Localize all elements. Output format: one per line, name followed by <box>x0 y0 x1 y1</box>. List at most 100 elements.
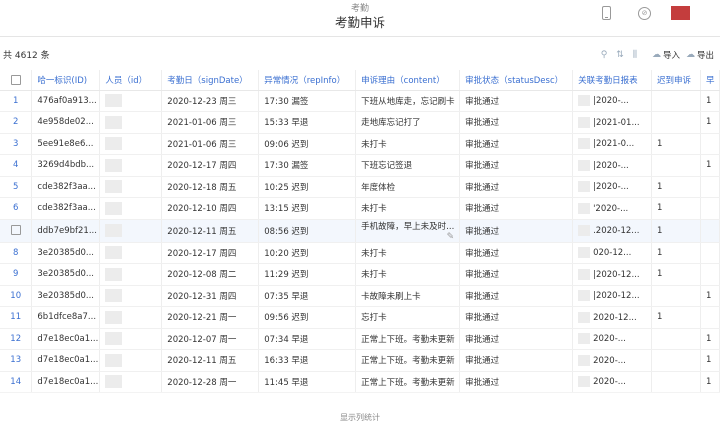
table-row[interactable]: 2 4e958de02... 2021-01-06 周三 15:33 早退 走地库忘记打… <box>0 111 720 134</box>
time-zone-icon[interactable]: ⊘ <box>638 6 651 20</box>
redacted-report <box>578 95 591 107</box>
table-row[interactable]: 11 6b1dfce8a7... 2020-12-21 周一 09:56 迟到 忘打卡 审… <box>0 306 720 329</box>
table-row[interactable]: 10 3e20385d0... 2020-12-31 周四 07:35 早退 卡故障未刷… <box>0 285 720 307</box>
cell-rep-info: 10:20 迟到 <box>258 242 357 264</box>
redacted-report <box>578 138 591 150</box>
cell-report[interactable]: 2020-... <box>572 349 653 372</box>
column-header-late-appeal[interactable]: 迟到申诉 <box>651 70 701 91</box>
table-row[interactable]: 3 5ee91e8e6... 2021-01-06 周三 09:06 迟到 未打卡 审批通… <box>0 133 720 155</box>
cell-status: 审批通过 <box>459 219 574 243</box>
cell-id[interactable]: d7e18ec0a1... <box>31 328 101 350</box>
cell-report[interactable]: |2020-12... <box>572 285 653 307</box>
cell-rep-info: 15:33 早退 <box>258 111 357 134</box>
row-number: 12 <box>0 328 33 350</box>
row-checkbox[interactable] <box>0 219 33 243</box>
cell-person <box>99 349 163 372</box>
cell-id[interactable]: 6b1dfce8a7... <box>31 306 101 329</box>
column-header-status[interactable]: 审批状态（statusDesc） <box>459 70 574 91</box>
edit-icon[interactable]: ✎ <box>447 232 455 242</box>
sort-icon[interactable]: ⇅ <box>616 50 624 60</box>
column-header-sign-date[interactable]: 考勤日（signDate） <box>161 70 260 91</box>
column-header-content[interactable]: 申诉理由（content） <box>355 70 461 91</box>
cell-content-text: 正常上下班。考勤未更新 <box>361 356 455 367</box>
redacted-avatar <box>105 267 123 281</box>
cell-content: 正常上下班。考勤未更新 <box>355 371 461 393</box>
cell-id[interactable]: ddb7e9bf21... <box>31 219 101 243</box>
import-button[interactable]: ☁ 导入 <box>652 49 680 61</box>
cell-report[interactable]: |2020-... <box>572 154 653 177</box>
cell-sign-date: 2021-01-06 周三 <box>161 133 260 155</box>
search-icon[interactable]: ⚲ <box>601 50 608 60</box>
cell-id[interactable]: cde382f3aa... <box>31 176 101 198</box>
export-button[interactable]: ☁ 导出 <box>686 49 714 61</box>
cell-report[interactable]: |2020-... <box>572 90 653 112</box>
cell-person <box>99 176 163 198</box>
column-header-report[interactable]: 关联考勤日报表 <box>572 70 653 91</box>
cell-id[interactable]: cde382f3aa... <box>31 197 101 220</box>
column-stats-toggle[interactable]: 显示列统计 <box>0 412 720 423</box>
table-row[interactable]: 9 3e20385d0... 2020-12-08 周二 11:29 迟到 未打卡 审批通… <box>0 263 720 286</box>
cell-content: 未打卡 <box>355 197 461 220</box>
cell-report[interactable]: |2021-01... <box>572 111 653 134</box>
cell-report[interactable]: 2020-12... <box>572 306 653 329</box>
cell-early: 1 <box>700 349 720 372</box>
table-row[interactable]: 13 d7e18ec0a1... 2020-12-11 周五 16:33 早退 正常上下… <box>0 349 720 372</box>
cell-content: 未打卡 <box>355 242 461 264</box>
cell-early: 1 <box>700 371 720 393</box>
cell-id[interactable]: d7e18ec0a1... <box>31 349 101 372</box>
cell-late-appeal <box>651 349 701 372</box>
cell-sign-date: 2020-12-11 周五 <box>161 219 260 243</box>
redacted-report <box>578 247 591 259</box>
cell-id[interactable]: 3e20385d0... <box>31 285 101 307</box>
avatar[interactable] <box>671 6 690 20</box>
table-row[interactable]: 12 d7e18ec0a1... 2020-12-07 周一 07:34 早退 正常上下… <box>0 328 720 350</box>
table-row[interactable]: 4 3269d4bdb... 2020-12-17 周四 17:30 漏签 下班忘记签退… <box>0 154 720 177</box>
cell-person <box>99 154 163 177</box>
cell-late-appeal <box>651 328 701 350</box>
cell-rep-info: 09:06 迟到 <box>258 133 357 155</box>
cell-sign-date: 2020-12-17 周四 <box>161 154 260 177</box>
table-row[interactable]: ddb7e9bf21... 2020-12-11 周五 08:56 迟到 手机故障，早… <box>0 219 720 243</box>
table-row[interactable]: 8 3e20385d0... 2020-12-17 周四 10:20 迟到 未打卡 审批通… <box>0 242 720 264</box>
column-header-rep-info[interactable]: 异常情况（repInfo） <box>258 70 357 91</box>
cell-person <box>99 133 163 155</box>
cell-report[interactable]: |2021-0... <box>572 133 653 155</box>
cell-id[interactable]: 476af0a913... <box>31 90 101 112</box>
scroll-fade <box>0 392 720 412</box>
column-header-person[interactable]: 人员（id） <box>99 70 163 91</box>
cell-rep-info: 08:56 迟到 <box>258 219 357 243</box>
row-number: 11 <box>0 306 33 329</box>
table-row[interactable]: 1 476af0a913... 2020-12-23 周三 17:30 漏签 下班从地库… <box>0 90 720 112</box>
cell-late-appeal: 1 <box>651 133 701 155</box>
cell-report[interactable]: '2020-... <box>572 197 653 220</box>
redacted-report <box>578 268 591 280</box>
cell-id[interactable]: 3e20385d0... <box>31 242 101 264</box>
cell-report[interactable]: 020-12... <box>572 242 653 264</box>
cell-report-text: |2021-01... <box>593 117 640 128</box>
cell-sign-date: 2020-12-07 周一 <box>161 328 260 350</box>
cell-id[interactable]: 4e958de02... <box>31 111 101 134</box>
cell-status: 审批通过 <box>459 176 574 198</box>
cell-report[interactable]: 2020-... <box>572 371 653 393</box>
cell-early: 1 <box>700 328 720 350</box>
table-row[interactable]: 14 d7e18ec0a1... 2020-12-28 周一 11:45 早退 正常上下… <box>0 371 720 393</box>
cell-report[interactable]: |2020-... <box>572 176 653 198</box>
cell-report-text: .2020-12... <box>593 226 640 236</box>
cell-id[interactable]: 3269d4bdb... <box>31 154 101 177</box>
column-settings-icon[interactable]: ⫼ <box>633 50 637 60</box>
column-header-early[interactable]: 早 <box>700 70 720 91</box>
cell-content-text: 正常上下班。考勤未更新 <box>361 334 455 345</box>
cell-report[interactable]: 2020-... <box>572 328 653 350</box>
column-header-id[interactable]: 哈一标识(ID) <box>31 70 101 91</box>
cell-id[interactable]: 3e20385d0... <box>31 263 101 286</box>
cell-status: 审批通过 <box>459 111 574 134</box>
table-row[interactable]: 6 cde382f3aa... 2020-12-10 周四 13:15 迟到 未打卡 审批… <box>0 197 720 220</box>
cell-report[interactable]: .2020-12... <box>572 219 653 243</box>
cell-report[interactable]: |2020-12... <box>572 263 653 286</box>
phone-icon[interactable] <box>602 6 611 20</box>
table-row[interactable]: 5 cde382f3aa... 2020-12-18 周五 10:25 迟到 年度体检 审… <box>0 176 720 198</box>
cell-id[interactable]: 5ee91e8e6... <box>31 133 101 155</box>
cell-id[interactable]: d7e18ec0a1... <box>31 371 101 393</box>
select-all-checkbox[interactable] <box>0 70 33 91</box>
cell-content-text: 卡故障未刷上卡 <box>361 291 421 302</box>
